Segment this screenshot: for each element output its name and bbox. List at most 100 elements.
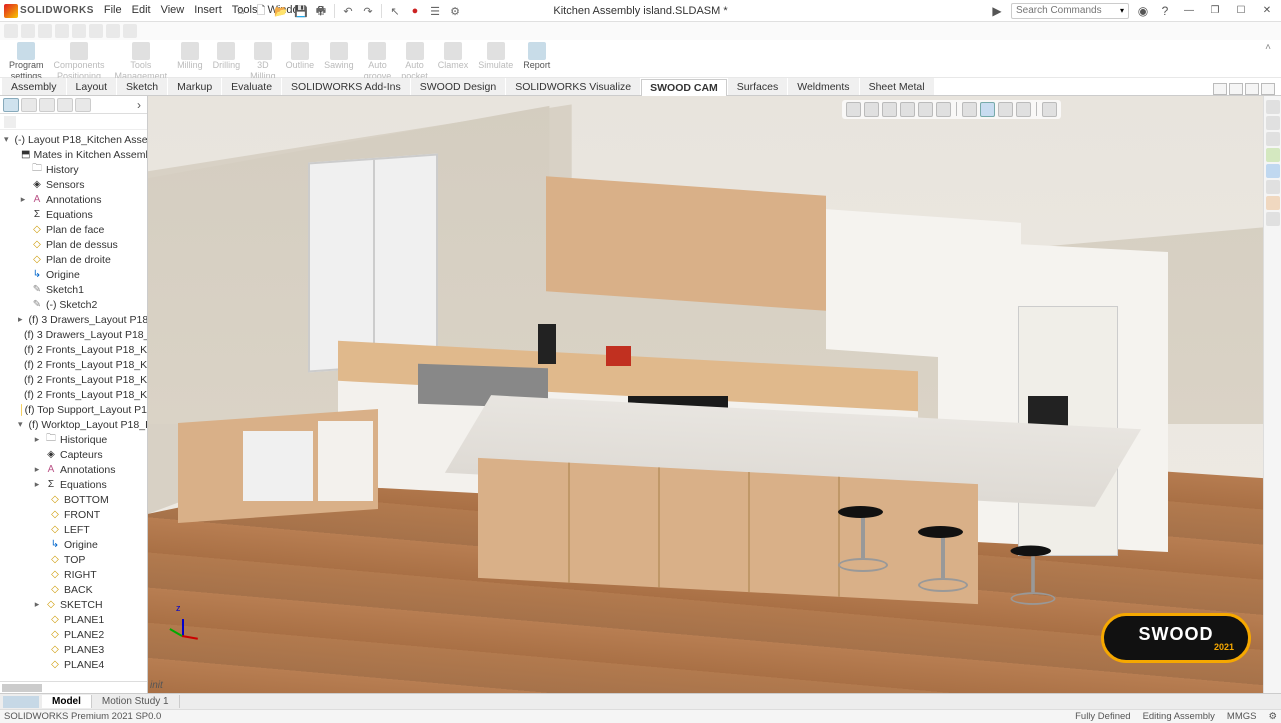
fm-filter-row[interactable] [0,114,147,130]
status-gear-icon[interactable]: ⚙ [1268,711,1277,722]
bottom-tab-model[interactable]: Model [42,695,92,708]
ribbon-collapse-icon[interactable]: ˄ [1265,42,1277,53]
ribbon-outline[interactable]: Outline [281,42,320,71]
redo-icon[interactable]: ↷ [359,3,377,19]
ribbon-simulate[interactable]: Simulate [473,42,518,71]
edit-appearance-icon[interactable] [980,102,995,117]
zoom-fit-icon[interactable] [846,102,861,117]
ribbon-clamex[interactable]: Clamex [433,42,474,71]
ctx-icon[interactable] [123,24,137,38]
tree-back[interactable]: ◇BACK [0,582,147,597]
ctx-icon[interactable] [4,24,18,38]
zoom-area-icon[interactable] [864,102,879,117]
vp-restore-icon[interactable] [1229,83,1243,95]
search-dropdown-icon[interactable]: ▾ [1120,6,1124,15]
taskpane-resources-icon[interactable] [1266,100,1280,114]
close-button[interactable]: ✕ [1257,3,1277,19]
view-settings-icon[interactable] [1016,102,1031,117]
timeline-marker[interactable] [3,696,39,708]
expand-icon[interactable]: ▸ [32,464,42,475]
tab-sketch[interactable]: Sketch [117,78,167,95]
undo-icon[interactable]: ↶ [339,3,357,19]
print-icon[interactable]: 🖶 [312,3,330,19]
tree-top[interactable]: ◇TOP [0,552,147,567]
ctx-icon[interactable] [21,24,35,38]
fm-tab-tree-icon[interactable] [3,98,19,112]
rebuild-icon[interactable]: ● [406,3,424,19]
vp-max-icon[interactable] [1245,83,1259,95]
tab-addins[interactable]: SOLIDWORKS Add-Ins [282,78,410,95]
ribbon-drilling[interactable]: Drilling [208,42,246,71]
view-orientation-icon[interactable] [918,102,933,117]
ribbon-components[interactable]: Components Positioning [49,42,110,82]
apply-scene-icon[interactable] [998,102,1013,117]
reference-triad[interactable] [172,613,202,643]
taskpane-swood-icon[interactable] [1266,196,1280,210]
menu-edit[interactable]: Edit [132,4,151,17]
taskpane-design-lib-icon[interactable] [1266,116,1280,130]
ctx-icon[interactable] [55,24,69,38]
vp-min-icon[interactable] [1213,83,1227,95]
ribbon-tools-mgmt[interactable]: Tools Management [110,42,173,82]
ribbon-sawing[interactable]: Sawing [319,42,359,71]
tree-fronts-2[interactable]: (f) 2 Fronts_Layout P18_Kit [0,357,147,372]
tree-origine2[interactable]: ↳Origine [0,537,147,552]
home-icon[interactable]: ⌂ [232,3,250,19]
tab-sheetmetal[interactable]: Sheet Metal [860,78,934,95]
bottom-tab-motion[interactable]: Motion Study 1 [92,695,180,708]
collapse-icon[interactable]: ▾ [4,134,9,145]
tree-equations[interactable]: ΣEquations [0,207,147,222]
display-style-icon[interactable] [936,102,951,117]
tree-annotations[interactable]: ▸AAnnotations [0,192,147,207]
tree-front[interactable]: ◇FRONT [0,507,147,522]
tree-fronts-4[interactable]: (f) 2 Fronts_Layout P18_Kit [0,387,147,402]
tab-swood-cam[interactable]: SWOOD CAM [641,79,727,96]
ctx-icon[interactable] [106,24,120,38]
search-commands[interactable]: ▾ [1011,3,1129,19]
tree-plane4[interactable]: ◇PLANE4 [0,657,147,672]
search-input[interactable] [1016,5,1116,16]
ribbon-program-settings[interactable]: Program settings [4,42,49,82]
tree-fronts-3[interactable]: (f) 2 Fronts_Layout P18_Kit [0,372,147,387]
tab-surfaces[interactable]: Surfaces [728,78,787,95]
tree-history[interactable]: 🗀History [0,162,147,177]
graphics-viewport[interactable]: init SWOOD 2021 [148,96,1281,693]
menu-view[interactable]: View [161,4,185,17]
taskpane-view-palette-icon[interactable] [1266,148,1280,162]
taskpane-file-explorer-icon[interactable] [1266,132,1280,146]
tab-markup[interactable]: Markup [168,78,221,95]
taskpane-appearances-icon[interactable] [1266,164,1280,178]
scroll-thumb[interactable] [2,684,42,692]
tree-historique[interactable]: ▸🗀Historique [0,432,147,447]
ctx-icon[interactable] [89,24,103,38]
ribbon-milling[interactable]: Milling [172,42,208,71]
ribbon-report[interactable]: Report [518,42,555,71]
tree-right[interactable]: ◇RIGHT [0,567,147,582]
tab-assembly[interactable]: Assembly [2,78,66,95]
menu-insert[interactable]: Insert [194,4,222,17]
tree-sketch2[interactable]: ✎(-) Sketch2 [0,297,147,312]
tree-plane2[interactable]: ◇PLANE2 [0,627,147,642]
tab-layout[interactable]: Layout [67,78,117,95]
minimize-button[interactable]: — [1179,3,1199,19]
collapse-icon[interactable]: ▾ [18,419,23,430]
tree-plan-dessus[interactable]: ◇Plan de dessus [0,237,147,252]
tree-equations2[interactable]: ▸ΣEquations [0,477,147,492]
fm-tab-config-icon[interactable] [39,98,55,112]
tree-sensors[interactable]: ◈Sensors [0,177,147,192]
section-view-icon[interactable] [900,102,915,117]
status-units[interactable]: MMGS [1227,711,1257,722]
fm-tab-dim-icon[interactable] [57,98,73,112]
tree-plan-droite[interactable]: ◇Plan de droite [0,252,147,267]
feature-tree[interactable]: ▾(-) Layout P18_Kitchen Assembl ⬒Mates i… [0,130,147,681]
hide-show-icon[interactable] [962,102,977,117]
tree-fronts-1[interactable]: (f) 2 Fronts_Layout P18_Kit [0,342,147,357]
tab-swood-design[interactable]: SWOOD Design [411,78,505,95]
play-icon[interactable]: ▶ [989,3,1005,19]
expand-icon[interactable]: ▸ [32,434,42,445]
ctx-icon[interactable] [38,24,52,38]
tab-weldments[interactable]: Weldments [788,78,858,95]
tab-visualize[interactable]: SOLIDWORKS Visualize [506,78,640,95]
vp-close-icon[interactable] [1261,83,1275,95]
settings-gear-icon[interactable]: ⚙ [446,3,464,19]
